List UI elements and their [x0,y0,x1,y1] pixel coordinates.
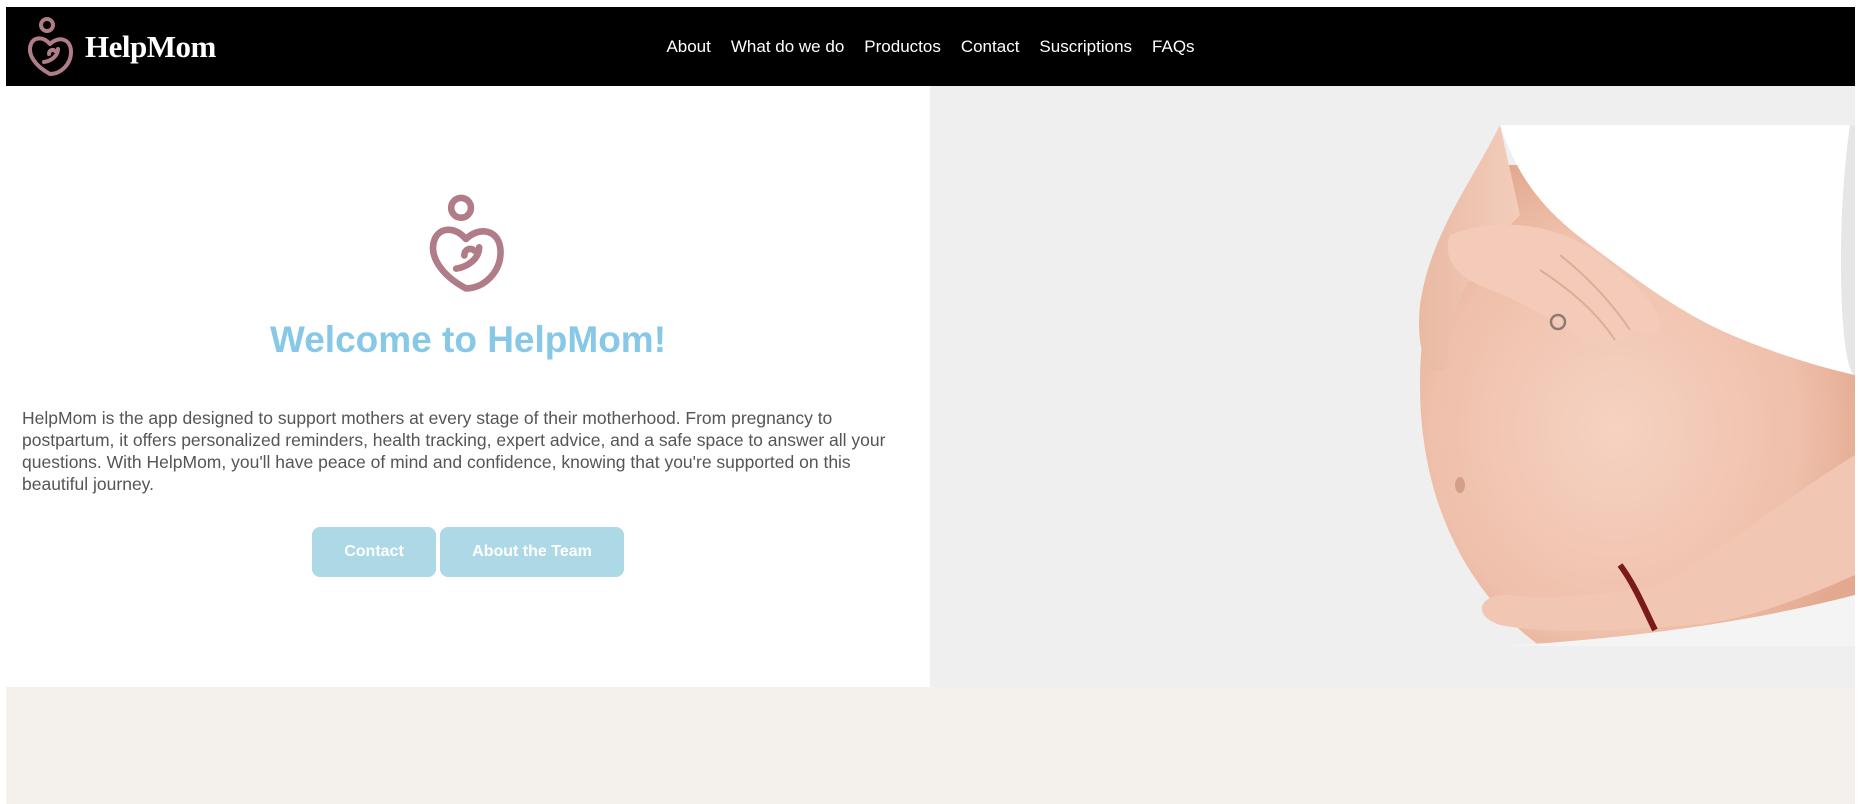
nav-item-what-do-we-do[interactable]: What do we do [721,37,854,57]
nav-item-productos[interactable]: Productos [854,37,951,57]
page: HelpMom About What do we do Productos Co… [6,7,1855,804]
hero-title: Welcome to HelpMom! [269,319,667,360]
nav-item-faqs[interactable]: FAQs [1142,37,1205,57]
hero-image-panel [930,86,1855,687]
top-navbar: HelpMom About What do we do Productos Co… [6,7,1855,86]
nav-menu: About What do we do Productos Contact Su… [6,7,1855,86]
about-team-button[interactable]: About the Team [440,527,624,577]
footer-band [6,687,1855,804]
contact-button[interactable]: Contact [312,527,436,577]
nav-item-about[interactable]: About [656,37,720,57]
mother-child-heart-icon [429,194,504,292]
nav-item-contact[interactable]: Contact [951,37,1030,57]
nav-item-suscriptions[interactable]: Suscriptions [1029,37,1142,57]
hero-text-panel: Welcome to HelpMom! HelpMom is the app d… [6,86,930,687]
hero-description: HelpMom is the app designed to support m… [22,408,886,494]
pregnant-belly-photo [1410,125,1855,646]
